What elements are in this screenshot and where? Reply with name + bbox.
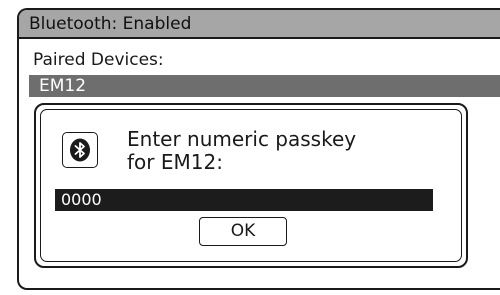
device-row-em12[interactable]: EM12 [29,75,500,97]
device-row-label: EM12 [39,76,87,96]
ok-button-label: OK [230,221,256,241]
bluetooth-glyph-icon [70,138,90,162]
passkey-prompt-line1: Enter numeric passkey [127,127,357,151]
passkey-dialog-frame: Enter numeric passkey for EM12: 0000 OK [40,109,462,262]
passkey-prompt: Enter numeric passkey for EM12: [127,128,356,174]
passkey-input[interactable]: 0000 [55,189,433,211]
passkey-input-value: 0000 [61,190,102,209]
bluetooth-icon [62,132,98,168]
passkey-prompt-line2: for EM12: [127,150,223,174]
paired-devices-label: Paired Devices: [33,50,164,70]
ok-button[interactable]: OK [199,217,287,246]
passkey-dialog: Enter numeric passkey for EM12: 0000 OK [34,103,468,268]
window-title: Bluetooth: Enabled [29,14,192,34]
title-bar: Bluetooth: Enabled [19,10,500,39]
